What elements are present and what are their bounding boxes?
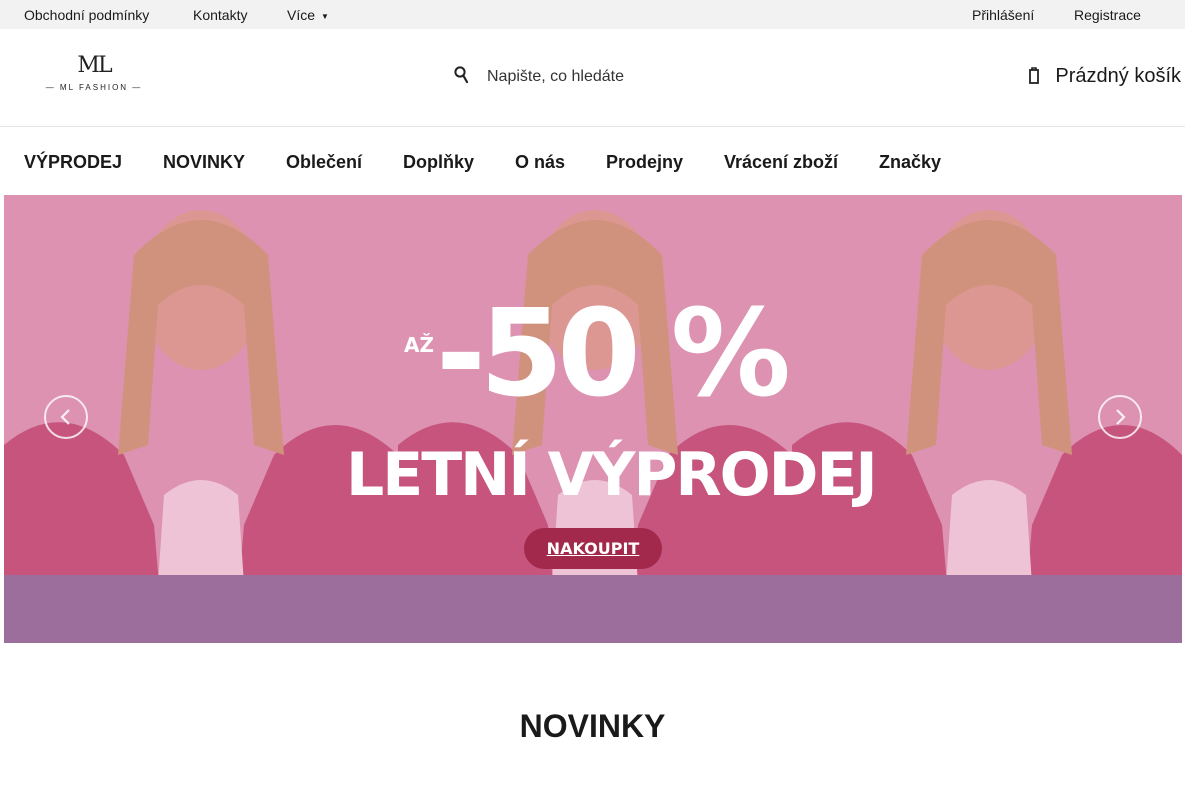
- cart-icon: [1029, 66, 1039, 84]
- cart-button[interactable]: Prázdný košík: [1029, 65, 1181, 91]
- search-icon: [454, 66, 469, 84]
- hero-lead-text: AŽ: [404, 333, 434, 357]
- chevron-down-icon: ▼: [321, 12, 329, 21]
- logo-monogram: ML: [77, 53, 112, 78]
- nav-item-accessories[interactable]: Doplňky: [403, 152, 474, 173]
- carousel-prev-button[interactable]: [44, 395, 88, 439]
- topbar-more-menu[interactable]: Více ▼: [287, 7, 329, 23]
- topbar-more-label: Více: [287, 7, 316, 23]
- nav-item-about[interactable]: O nás: [515, 152, 565, 173]
- register-link[interactable]: Registrace: [1074, 7, 1141, 23]
- hero-shop-button[interactable]: NAKOUPIT: [524, 528, 662, 569]
- hero-discount: -50 %: [436, 285, 791, 424]
- topbar-link-contacts[interactable]: Kontakty: [193, 7, 247, 23]
- carousel-next-button[interactable]: [1098, 395, 1142, 439]
- chevron-right-icon: [1116, 409, 1126, 425]
- nav-item-clothing[interactable]: Oblečení: [286, 152, 362, 173]
- chevron-left-icon: [60, 409, 70, 425]
- top-bar: Obchodní podmínky Kontakty Více ▼ Přihláš…: [0, 0, 1185, 29]
- login-link[interactable]: Přihlášení: [972, 7, 1034, 23]
- hero-banner[interactable]: AŽ -50 % LETNÍ VÝPRODEJ NAKOUPIT: [4, 195, 1182, 643]
- hero-title: LETNÍ VÝPRODEJ: [346, 440, 878, 510]
- nav-item-new[interactable]: NOVINKY: [163, 152, 245, 173]
- nav-item-brands[interactable]: Značky: [879, 152, 941, 173]
- topbar-link-terms[interactable]: Obchodní podmínky: [24, 7, 149, 23]
- site-header: ML — ML FASHION — Napište, co hledáte Pr…: [0, 29, 1185, 127]
- search-placeholder: Napište, co hledáte: [487, 68, 624, 85]
- logo-tagline: — ML FASHION —: [45, 83, 143, 92]
- nav-item-sale[interactable]: VÝPRODEJ: [24, 152, 122, 173]
- section-title-new: NOVINKY: [519, 708, 666, 744]
- cart-label: Prázdný košík: [1055, 65, 1181, 87]
- brand-logo[interactable]: ML — ML FASHION —: [44, 53, 144, 95]
- nav-item-stores[interactable]: Prodejny: [606, 152, 683, 173]
- nav-item-returns[interactable]: Vrácení zboží: [724, 152, 838, 173]
- search-field[interactable]: Napište, co hledáte: [452, 63, 712, 91]
- main-navigation: VÝPRODEJ NOVINKY Oblečení Doplňky O nás …: [0, 127, 1185, 195]
